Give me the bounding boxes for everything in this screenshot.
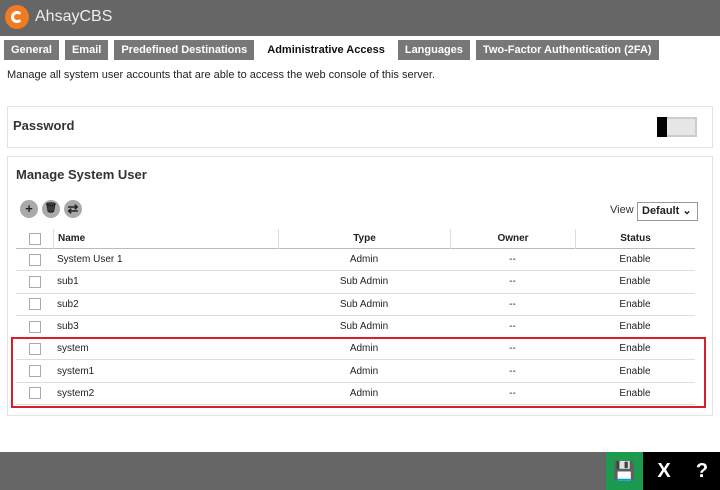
table-row[interactable]: System User 1 Admin -- Enable — [16, 249, 695, 272]
password-toggle[interactable] — [657, 117, 697, 137]
cell-status: Enable — [619, 276, 651, 288]
tab-general[interactable]: General — [4, 40, 59, 60]
row-checkbox[interactable] — [28, 275, 41, 288]
page-description: Manage all system user accounts that are… — [7, 69, 436, 81]
manage-title: Manage System User — [16, 167, 147, 182]
highlight-box — [11, 337, 706, 408]
row-checkbox[interactable] — [28, 298, 41, 311]
help-button[interactable]: ? — [688, 452, 716, 490]
save-button[interactable]: 💾 — [606, 452, 643, 490]
close-button[interactable]: X — [650, 452, 678, 490]
tab-email[interactable]: Email — [64, 40, 109, 60]
cell-owner: -- — [509, 276, 516, 288]
cell-status: Enable — [619, 321, 651, 333]
ahsay-logo-icon — [5, 5, 29, 29]
header-bar: AhsayCBS — [0, 0, 720, 36]
cell-status: Enable — [619, 298, 651, 310]
cell-type: Sub Admin — [339, 298, 389, 310]
cell-type: Sub Admin — [339, 321, 389, 333]
tab-bar: General Email Predefined Destinations Admin… — [4, 40, 659, 60]
add-user-icon[interactable]: + — [20, 200, 38, 218]
table-row[interactable]: sub1 Sub Admin -- Enable — [16, 271, 695, 294]
cell-name[interactable]: sub3 — [53, 321, 278, 332]
delete-icon[interactable]: 🗑 — [42, 200, 60, 218]
cell-owner: -- — [509, 298, 516, 310]
cell-owner: -- — [509, 254, 516, 266]
row-checkbox[interactable] — [28, 253, 41, 266]
tab-predefined-destinations[interactable]: Predefined Destinations — [114, 40, 255, 60]
cell-type: Admin — [349, 254, 379, 266]
tab-languages[interactable]: Languages — [397, 40, 470, 60]
row-checkbox[interactable] — [28, 320, 41, 333]
table-row[interactable]: sub2 Sub Admin -- Enable — [16, 294, 695, 316]
table-row[interactable]: sub3 Sub Admin -- Enable — [16, 316, 695, 339]
tab-two-factor-authentication-2fa[interactable]: Two-Factor Authentication (2FA) — [475, 40, 659, 60]
table-header: Name Type Owner Status — [16, 228, 695, 249]
cell-owner: -- — [509, 321, 516, 333]
chevron-down-icon: ⌄ — [682, 205, 692, 217]
cell-type: Sub Admin — [339, 276, 389, 288]
view-select[interactable]: Default ⌄ — [637, 202, 698, 221]
password-panel: Password — [7, 106, 713, 148]
cell-name[interactable]: sub1 — [53, 276, 278, 287]
col-name[interactable]: Name — [53, 228, 278, 249]
tab-administrative-access[interactable]: Administrative Access — [260, 40, 392, 60]
cell-status: Enable — [619, 254, 651, 266]
app-title: AhsayCBS — [35, 8, 113, 25]
select-all-checkbox[interactable] — [28, 232, 41, 245]
col-owner[interactable]: Owner — [450, 228, 575, 249]
col-type[interactable]: Type — [278, 228, 450, 249]
password-title: Password — [13, 118, 75, 133]
view-value: Default — [642, 205, 680, 217]
col-status[interactable]: Status — [575, 228, 695, 249]
cell-name[interactable]: sub2 — [53, 299, 278, 310]
view-label: View — [610, 204, 634, 216]
filter-icon[interactable]: ⇄ — [64, 200, 82, 218]
cell-name[interactable]: System User 1 — [53, 254, 278, 265]
